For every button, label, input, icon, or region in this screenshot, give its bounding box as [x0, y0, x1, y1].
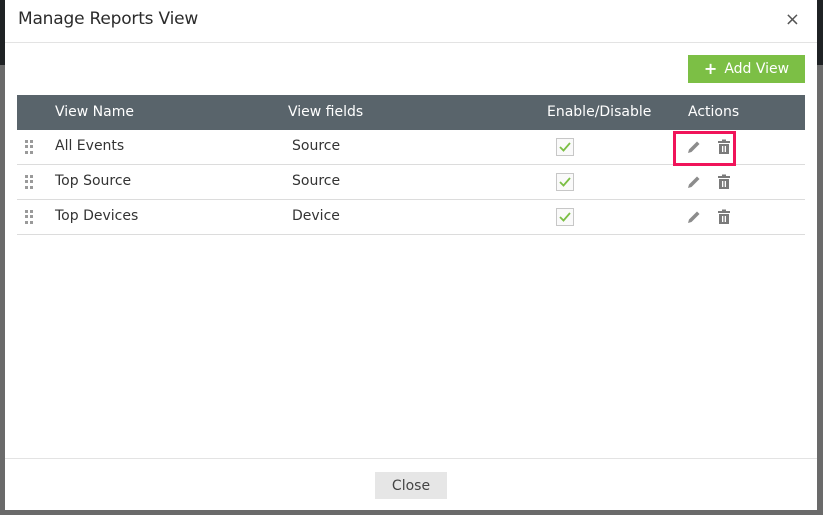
- view-name: Top Source: [55, 173, 132, 189]
- column-header-enable-disable: Enable/Disable: [547, 104, 652, 120]
- dialog-footer: Close: [5, 458, 817, 511]
- add-view-label: Add View: [724, 61, 790, 77]
- drag-handle-icon[interactable]: [25, 175, 33, 189]
- checkmark-icon: [559, 142, 571, 152]
- enable-checkbox[interactable]: [556, 138, 574, 156]
- table-header: View Name View fields Enable/Disable Act…: [17, 95, 805, 130]
- column-header-actions: Actions: [688, 104, 740, 120]
- view-field: Source: [292, 173, 341, 189]
- delete-icon[interactable]: [717, 174, 731, 194]
- column-header-view-name: View Name: [55, 104, 134, 120]
- dialog-header: Manage Reports View ×: [5, 0, 817, 43]
- table-row: Top Devices Device: [17, 200, 805, 235]
- actions-highlight-box: [673, 131, 736, 166]
- table-row: Top Source Source: [17, 165, 805, 200]
- edit-icon[interactable]: [686, 209, 702, 229]
- close-icon[interactable]: ×: [785, 11, 800, 29]
- plus-icon: +: [703, 59, 718, 78]
- close-button[interactable]: Close: [375, 472, 447, 499]
- checkmark-icon: [559, 177, 571, 187]
- manage-reports-dialog: Manage Reports View × + Add View View Na…: [5, 0, 817, 510]
- view-name: Top Devices: [55, 208, 139, 224]
- view-field: Source: [292, 138, 341, 154]
- dialog-title: Manage Reports View: [18, 9, 199, 29]
- drag-handle-icon[interactable]: [25, 140, 33, 154]
- delete-icon[interactable]: [717, 209, 731, 229]
- view-name: All Events: [55, 138, 125, 154]
- enable-checkbox[interactable]: [556, 208, 574, 226]
- view-field: Device: [292, 208, 340, 224]
- add-view-button[interactable]: + Add View: [688, 55, 805, 83]
- enable-checkbox[interactable]: [556, 173, 574, 191]
- checkmark-icon: [559, 212, 571, 222]
- column-header-view-fields: View fields: [288, 104, 364, 120]
- edit-icon[interactable]: [686, 174, 702, 194]
- drag-handle-icon[interactable]: [25, 210, 33, 224]
